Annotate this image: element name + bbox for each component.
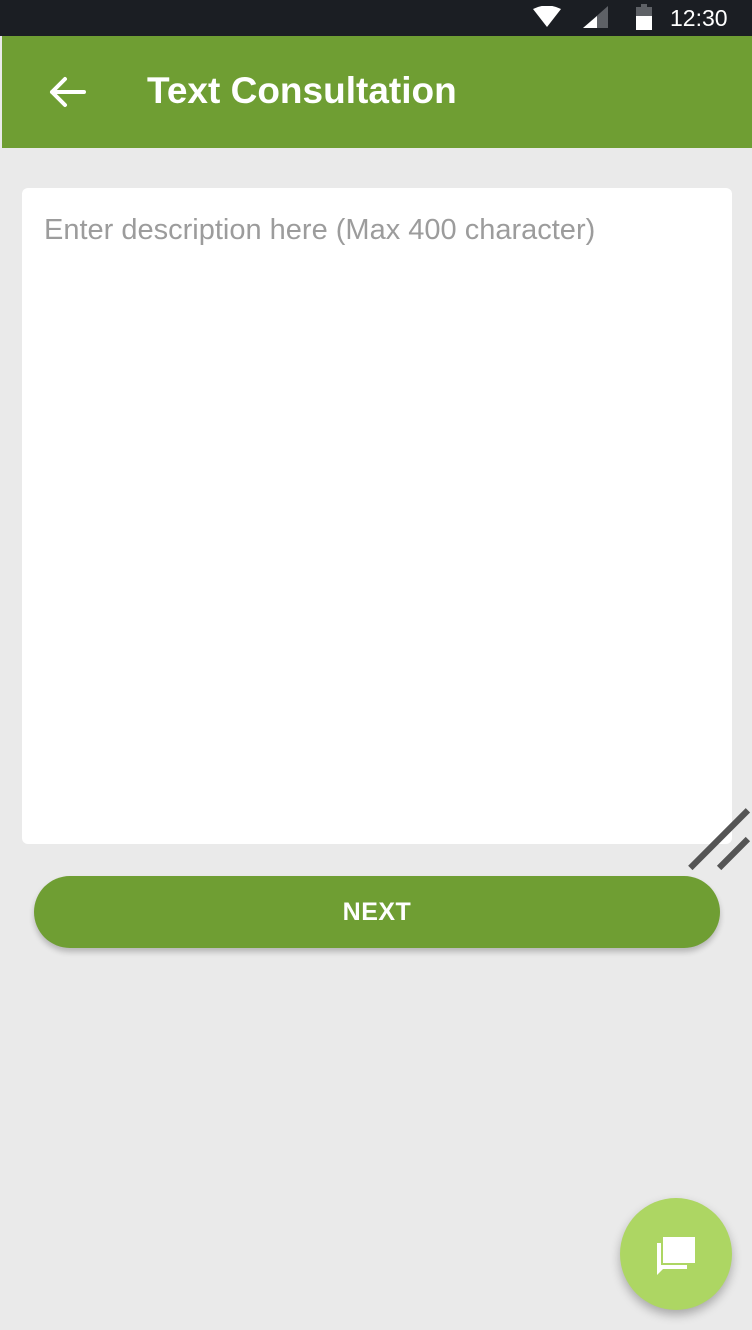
signal-icon	[583, 6, 608, 28]
chat-icon	[657, 1237, 695, 1275]
battery-icon	[636, 4, 652, 30]
description-card	[22, 188, 732, 844]
chat-fab-button[interactable]	[620, 1198, 732, 1310]
app-bar: Text Consultation	[2, 36, 752, 148]
next-button[interactable]: NEXT	[34, 876, 720, 948]
resize-handle-icon[interactable]	[678, 798, 752, 872]
description-input[interactable]	[22, 188, 732, 844]
page-title: Text Consultation	[147, 70, 457, 111]
status-bar: 12:30	[0, 0, 752, 36]
arrow-left-icon[interactable]	[48, 76, 86, 108]
wifi-icon	[533, 6, 561, 27]
status-time: 12:30	[670, 5, 728, 31]
